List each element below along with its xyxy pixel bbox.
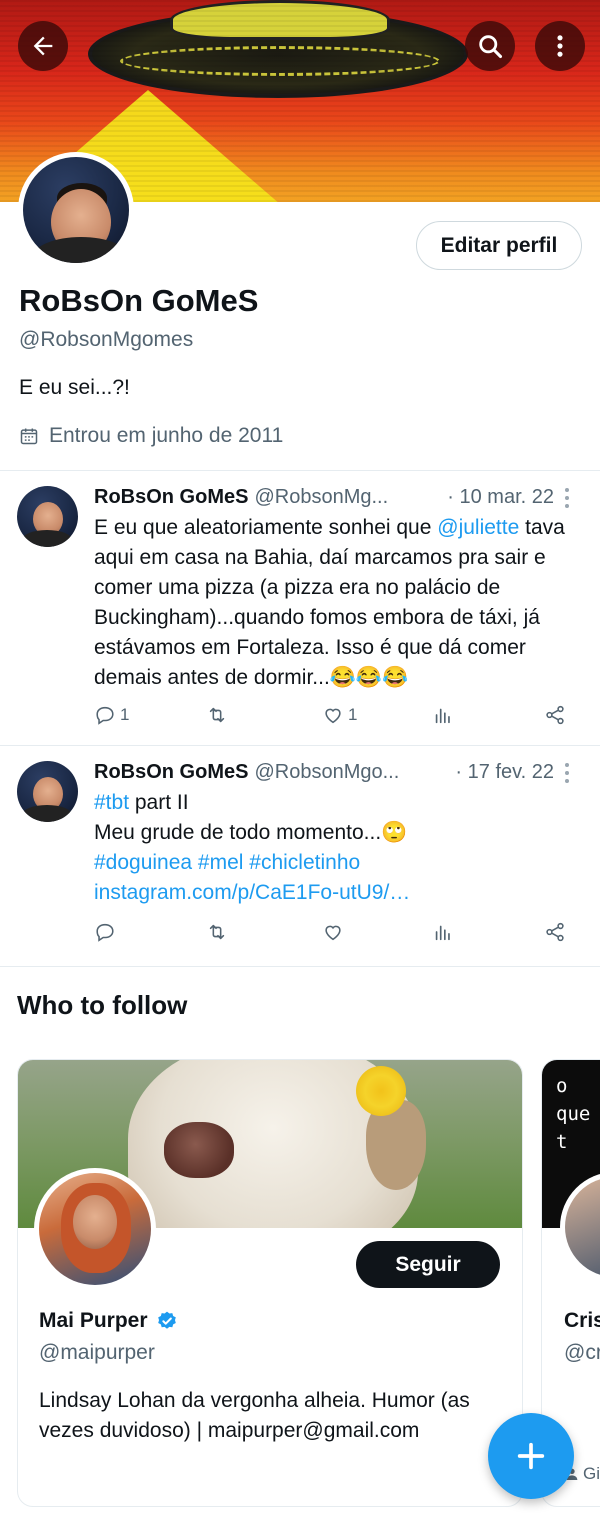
reply-icon xyxy=(96,923,114,942)
flower xyxy=(356,1066,406,1116)
profile-joined-date: Entrou em junho de 2011 xyxy=(19,424,283,448)
tweet-header: RoBsOn GoMeS @RobsonMgo... · 17 fev. 22 xyxy=(94,759,554,785)
retweet-icon xyxy=(209,924,225,940)
mention-link[interactable]: @juliette xyxy=(437,516,519,539)
suggestion-avatar[interactable] xyxy=(34,1168,156,1290)
search-icon xyxy=(479,35,503,59)
more-options-button[interactable] xyxy=(535,21,585,71)
divider xyxy=(0,470,600,471)
verified-badge-icon xyxy=(157,1311,176,1329)
like-count: 1 xyxy=(348,705,358,724)
tweet-text-line: Meu grude de todo momento...🙄 xyxy=(94,821,408,844)
hashtags-link[interactable]: #doguinea #mel #chicletinho xyxy=(94,851,360,874)
tweet-author-name[interactable]: RoBsOn GoMeS xyxy=(94,761,248,784)
reply-button[interactable]: 1 xyxy=(94,704,129,726)
profile-avatar[interactable] xyxy=(18,152,134,268)
heart-icon xyxy=(325,708,341,724)
plus-icon xyxy=(517,1442,545,1470)
profile-bio: E eu sei...?! xyxy=(19,376,130,399)
reply-icon xyxy=(96,706,114,725)
tweet-author-handle: @RobsonMgo... xyxy=(254,760,400,783)
like-button[interactable] xyxy=(322,921,348,943)
analytics-button[interactable] xyxy=(432,921,454,943)
compose-tweet-button[interactable] xyxy=(488,1413,574,1499)
tweet-author-name[interactable]: RoBsOn GoMeS xyxy=(94,486,248,509)
tweet-text-part: E eu que aleatoriamente sonhei que xyxy=(94,516,438,539)
tweet-actions: 1 1 xyxy=(94,704,574,730)
profile-handle: @RobsonMgomes xyxy=(19,328,194,351)
share-button[interactable] xyxy=(544,704,566,726)
tweet-avatar[interactable] xyxy=(17,761,78,822)
followed-by-text: Gi xyxy=(583,1464,600,1483)
suggestion-bio: Lindsay Lohan da vergonha alheia. Humor … xyxy=(39,1389,470,1442)
analytics-button[interactable] xyxy=(432,704,454,726)
tweet-date[interactable]: · 17 fev. 22 xyxy=(443,761,554,784)
suggestion-name[interactable]: Cris xyxy=(564,1309,600,1333)
cover-text: o que t xyxy=(556,1075,591,1153)
more-vertical-icon xyxy=(557,35,563,57)
tweet-header: RoBsOn GoMeS @RobsonMg... · 10 mar. 22 xyxy=(94,484,554,510)
suggestion-handle: @cr xyxy=(564,1341,600,1364)
reply-count: 1 xyxy=(120,705,130,724)
hashtag-link[interactable]: #tbt xyxy=(94,791,129,814)
like-button[interactable]: 1 xyxy=(322,704,357,726)
tweet-more-icon[interactable] xyxy=(559,761,575,785)
share-icon xyxy=(546,705,564,725)
share-button[interactable] xyxy=(544,921,566,943)
reply-button[interactable] xyxy=(94,921,120,943)
tweet-text: #tbt part II Meu grude de todo momento..… xyxy=(94,788,574,908)
search-button[interactable] xyxy=(465,21,515,71)
analytics-icon xyxy=(435,925,450,941)
profile-name: RoBsOn GoMeS xyxy=(19,283,259,318)
follow-button[interactable]: Seguir xyxy=(356,1241,500,1288)
back-button[interactable] xyxy=(18,21,68,71)
dog-nose xyxy=(164,1122,234,1178)
tweet-author-handle: @RobsonMg... xyxy=(254,485,389,508)
tweet-actions xyxy=(94,921,574,947)
tweet-avatar[interactable] xyxy=(17,486,78,547)
tweet[interactable]: RoBsOn GoMeS @RobsonMgo... · 17 fev. 22 … xyxy=(0,759,600,959)
heart-icon xyxy=(325,925,341,941)
divider xyxy=(0,966,600,967)
tweet-more-icon[interactable] xyxy=(559,486,575,510)
tweet[interactable]: RoBsOn GoMeS @RobsonMg... · 10 mar. 22 E… xyxy=(0,484,600,742)
instagram-link[interactable]: instagram.com/p/CaE1Fo-utU9/… xyxy=(94,881,410,904)
retweet-icon xyxy=(209,707,225,723)
who-to-follow-title: Who to follow xyxy=(17,990,188,1020)
analytics-icon xyxy=(435,708,450,724)
retweet-button[interactable] xyxy=(206,704,232,726)
tweet-date[interactable]: · 10 mar. 22 xyxy=(435,486,554,509)
share-icon xyxy=(546,922,564,942)
divider xyxy=(0,745,600,746)
arrow-left-icon xyxy=(33,36,53,56)
suggestion-name-text: Mai Purper xyxy=(39,1309,148,1332)
follow-suggestion-card[interactable]: Seguir Mai Purper @maipurper Lindsay Loh… xyxy=(17,1059,523,1507)
tweet-text-part: part II xyxy=(129,791,189,814)
edit-profile-button[interactable]: Editar perfil xyxy=(416,221,582,270)
joined-text: Entrou em junho de 2011 xyxy=(49,424,284,447)
calendar-icon xyxy=(20,428,38,445)
suggestion-name[interactable]: Mai Purper xyxy=(39,1309,178,1333)
retweet-button[interactable] xyxy=(206,921,232,943)
tweet-text: E eu que aleatoriamente sonhei que @juli… xyxy=(94,513,574,693)
tweet-text-part: tava aqui em casa na Bahia, daí marcamos… xyxy=(94,516,565,689)
suggestion-handle: @maipurper xyxy=(39,1341,155,1364)
